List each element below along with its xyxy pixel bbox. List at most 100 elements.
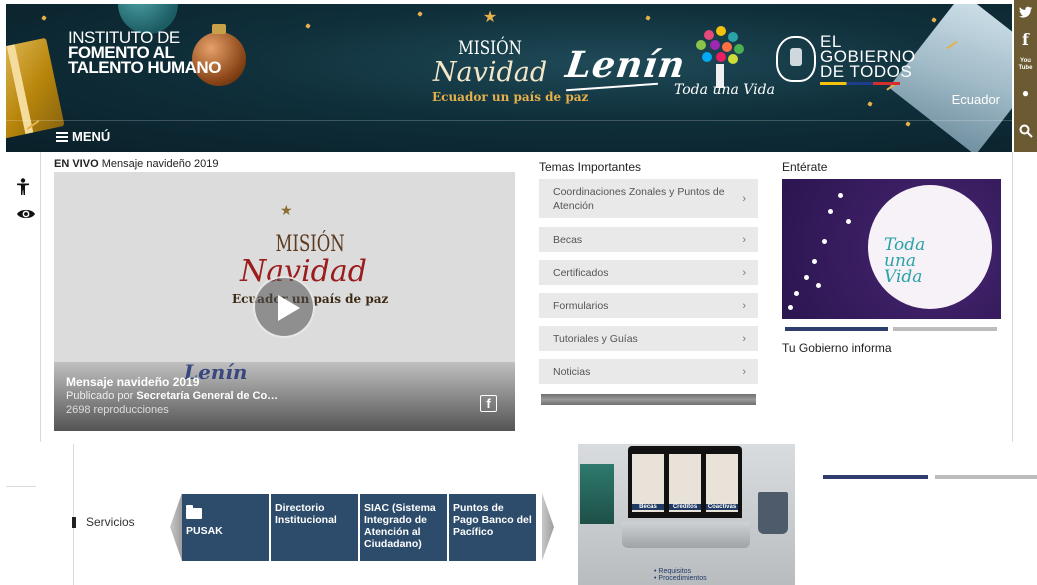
image-word: Vida: [884, 267, 923, 287]
tema-label: Certificados: [553, 266, 609, 279]
search-icon[interactable]: [1014, 124, 1037, 143]
folder-icon: [186, 505, 202, 519]
confetti: [645, 15, 651, 21]
twitter-icon[interactable]: [1014, 6, 1037, 21]
divider: [6, 486, 36, 487]
carousel-next-arrow[interactable]: [542, 493, 554, 561]
chevron-right-icon: ›: [742, 192, 746, 205]
hamburger-icon: [56, 131, 68, 142]
navidad-title: Navidad: [432, 57, 548, 88]
social-strip: f You Tube ●: [1014, 0, 1037, 152]
confetti: [305, 23, 311, 29]
temas-heading: Temas Importantes: [539, 160, 642, 174]
toda-una-vida-text: Toda una Vida: [674, 82, 775, 98]
chevron-right-icon: ›: [742, 266, 746, 279]
carousel-indicator-active[interactable]: [785, 327, 888, 331]
service-label: Puntos de Pago Banco del Pacífico: [453, 502, 532, 538]
gobierno-line: DE TODOS: [820, 62, 913, 81]
institution-logo[interactable]: INSTITUTO DE FOMENTO AL TALENTO HUMANO: [68, 29, 221, 77]
menu-button[interactable]: MENÚ: [56, 129, 110, 144]
tema-item[interactable]: Formularios ›: [539, 293, 758, 318]
enterate-banner[interactable]: Toda una Vida: [782, 179, 1001, 319]
youtube-icon[interactable]: You Tube: [1014, 58, 1037, 72]
promo-laptop-image[interactable]: Becas Créditos Coactivas • Requisitos • …: [578, 444, 795, 585]
confetti: [41, 15, 47, 21]
star-icon: ★: [482, 9, 498, 26]
tema-label: Noticias: [553, 365, 591, 378]
flag-stripe: [820, 82, 900, 85]
video-player[interactable]: ★ MISIÓN Navidad Ecuador un país de paz …: [54, 172, 515, 431]
menu-label: MENÚ: [72, 129, 111, 144]
service-tile-directorio[interactable]: Directorio Institucional: [271, 494, 358, 561]
live-headline: EN VIVO Mensaje navideño 2019: [54, 158, 219, 170]
section-marker: [72, 516, 76, 528]
promo-bullets: • Requisitos • Procedimientos: [654, 568, 707, 582]
promo-bullet: • Requisitos: [654, 568, 692, 575]
tema-item[interactable]: Certificados ›: [539, 260, 758, 285]
coat-of-arms-icon: [776, 36, 816, 82]
tema-item[interactable]: Tutoriales y Guías ›: [539, 326, 758, 351]
coffee-cup: [758, 492, 788, 534]
pen-holder: [580, 464, 614, 524]
promo-panel: Coactivas: [706, 454, 738, 512]
accessibility-person-icon[interactable]: [16, 178, 30, 201]
tema-label: Coordinaciones Zonales y Puntos de Atenc…: [553, 185, 725, 212]
enterate-heading: Entérate: [782, 160, 828, 174]
menu-bar: MENÚ: [6, 120, 1012, 152]
service-tile-siac[interactable]: SIAC (Sistema Integrado de Atención al C…: [360, 494, 447, 561]
enterate-caption[interactable]: Tu Gobierno informa: [782, 341, 892, 355]
tema-label: Becas: [553, 233, 583, 246]
chevron-right-icon: ›: [742, 299, 746, 312]
video-publisher: Publicado por Secretaría General de Co…: [66, 390, 278, 402]
service-tile-pagos[interactable]: Puntos de Pago Banco del Pacífico: [449, 494, 536, 561]
video-title[interactable]: Mensaje navideño 2019: [66, 375, 199, 389]
live-title: Mensaje navideño 2019: [101, 158, 219, 170]
chevron-right-icon: ›: [742, 365, 746, 378]
facebook-icon[interactable]: f: [1014, 30, 1037, 49]
service-tile-pusak[interactable]: PUSAK: [182, 494, 269, 561]
service-label: PUSAK: [186, 525, 223, 537]
laptop-screen: Becas Créditos Coactivas: [628, 446, 742, 518]
promo-panel: Créditos: [669, 454, 701, 512]
servicios-title: Servicios: [86, 515, 135, 529]
institution-line: TALENTO HUMANO: [68, 58, 221, 77]
confetti: [931, 17, 937, 23]
tema-label: Tutoriales y Guías: [553, 332, 638, 345]
carousel-prev-arrow[interactable]: [170, 493, 182, 561]
promo-bullet: • Procedimientos: [654, 575, 707, 582]
carousel-indicator[interactable]: [935, 475, 1037, 479]
divider: [1012, 152, 1013, 442]
video-views: 2698 reproducciones: [66, 404, 169, 416]
laptop-keyboard: [622, 522, 750, 548]
carousel-indicator[interactable]: [893, 327, 997, 331]
temas-scrollbar[interactable]: [541, 394, 756, 405]
country-label[interactable]: Ecuador: [952, 92, 1000, 107]
chevron-right-icon: ›: [742, 233, 746, 246]
header-banner: INSTITUTO DE FOMENTO AL TALENTO HUMANO ★…: [6, 4, 1012, 152]
play-button[interactable]: [253, 276, 315, 338]
service-label: Directorio Institucional: [275, 502, 337, 526]
star-icon: ★: [280, 202, 293, 218]
mision-navidad-logo: ★ MISIÓN Navidad Ecuador un país de paz: [432, 9, 589, 105]
flickr-icon[interactable]: ●: [1014, 86, 1037, 100]
servicios-label: Servicios: [72, 515, 135, 529]
confetti: [417, 11, 423, 17]
eye-icon[interactable]: [16, 207, 36, 226]
published-prefix: Publicado por: [66, 390, 134, 402]
tema-item[interactable]: Becas ›: [539, 227, 758, 252]
confetti: [867, 101, 873, 107]
tema-item[interactable]: Noticias ›: [539, 359, 758, 384]
facebook-icon[interactable]: f: [480, 395, 497, 412]
enterate-image-text: Toda una Vida: [884, 237, 925, 287]
campaign-slogan: Ecuador un país de paz: [432, 90, 589, 104]
chevron-right-icon: ›: [742, 332, 746, 345]
publisher-name[interactable]: Secretaría General de Co…: [136, 390, 278, 402]
tema-label: Formularios: [553, 299, 609, 312]
promo-panel: Becas: [632, 454, 664, 512]
service-label: SIAC (Sistema Integrado de Atención al C…: [364, 502, 436, 550]
divider: [40, 152, 41, 442]
tema-item[interactable]: Coordinaciones Zonales y Puntos de Atenc…: [539, 179, 758, 218]
live-badge: EN VIVO: [54, 158, 99, 170]
mision-title: MISIÓN: [458, 37, 522, 59]
carousel-indicator-active[interactable]: [823, 475, 928, 479]
